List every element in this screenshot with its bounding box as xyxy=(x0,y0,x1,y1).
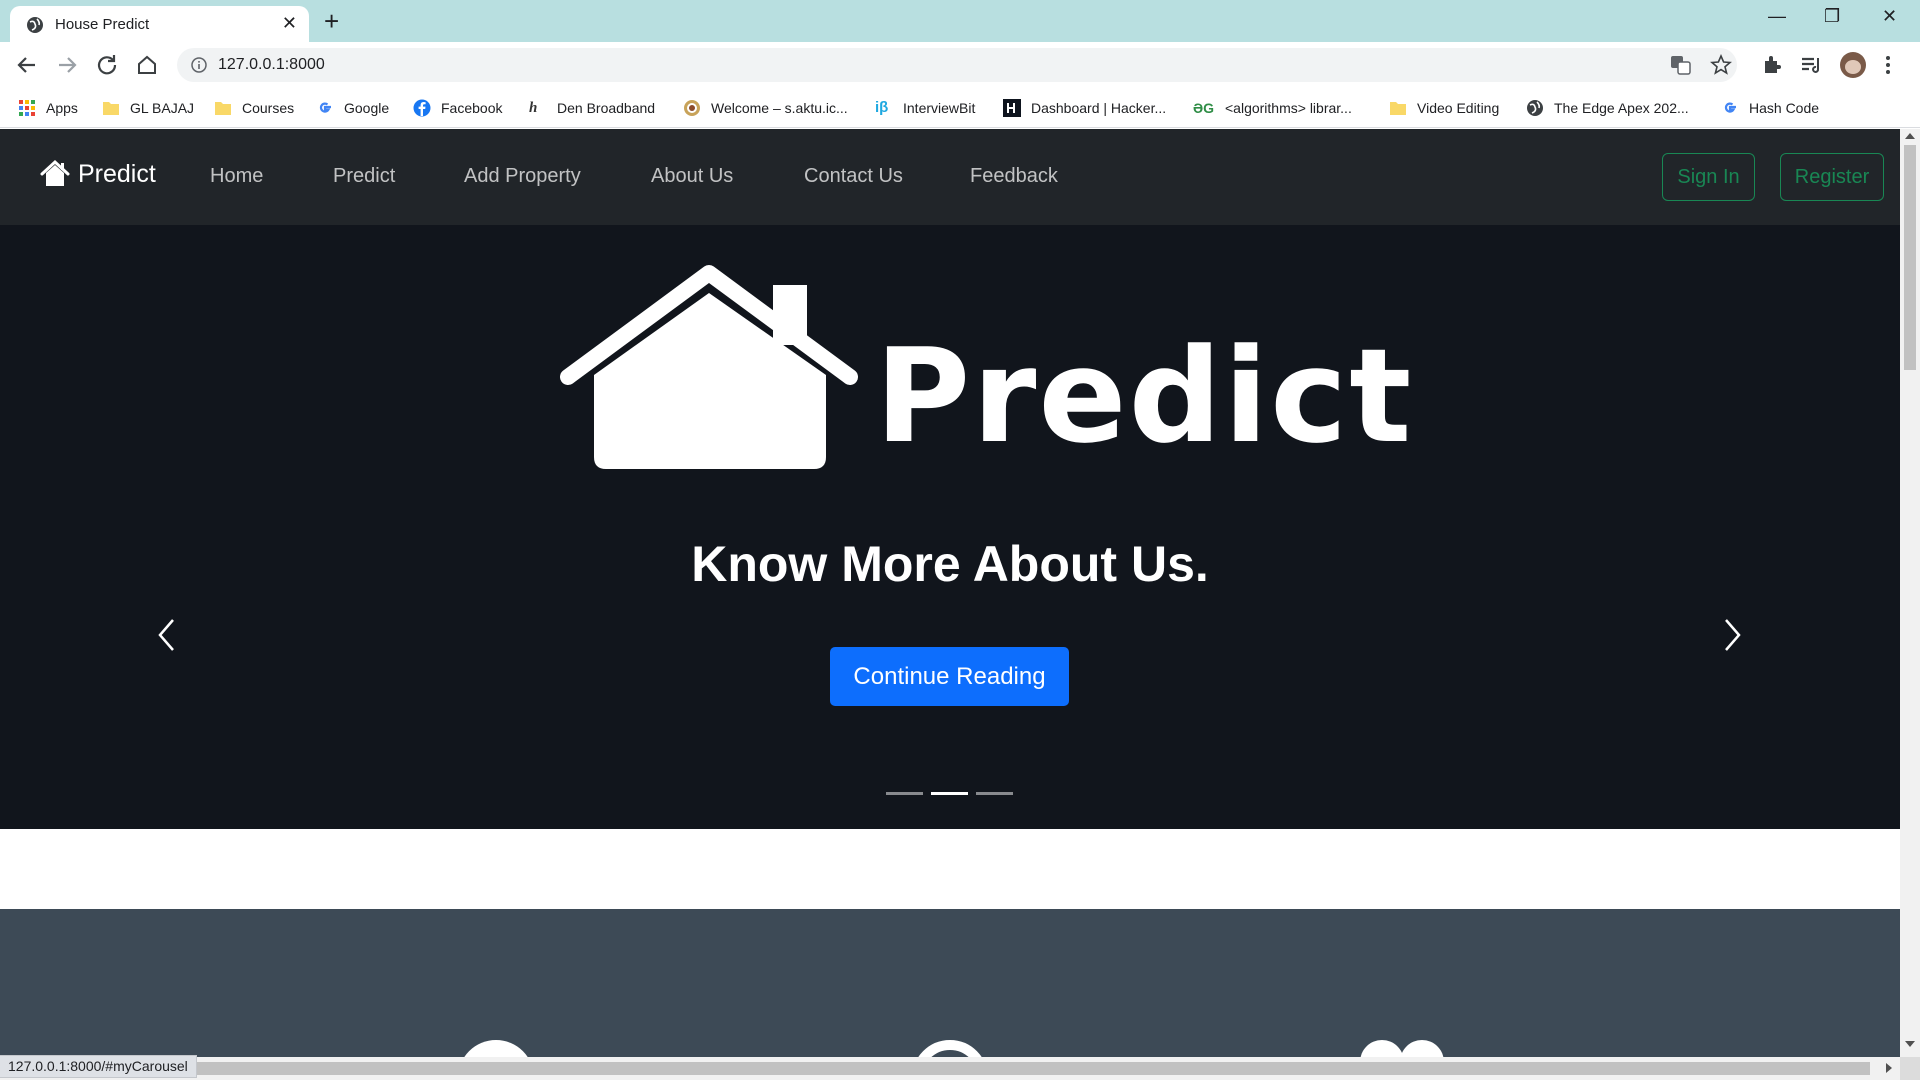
bookmarks-bar: Apps GL BAJAJ Courses Google Facebook h … xyxy=(0,88,1920,128)
house-logo-icon xyxy=(560,265,858,469)
profile-avatar[interactable] xyxy=(1840,52,1866,78)
bookmark-label: Google xyxy=(344,100,390,116)
bookmark-label: <algorithms> librar... xyxy=(1225,100,1352,116)
features-section xyxy=(0,909,1900,1066)
bookmark-label: Facebook xyxy=(441,100,503,116)
bookmark-star-icon[interactable] xyxy=(1710,54,1732,76)
bookmark-label: Video Editing xyxy=(1417,100,1500,116)
google-icon xyxy=(319,102,331,113)
bookmark-interviewbit[interactable]: iβ InterviewBit xyxy=(875,98,975,118)
web-page: Predict Home Predict Add Property About … xyxy=(0,129,1900,1066)
bookmark-aktu[interactable]: Welcome – s.aktu.ic... xyxy=(683,98,848,118)
minimize-icon[interactable]: — xyxy=(1768,6,1786,27)
translate-icon[interactable] xyxy=(1670,55,1692,75)
bookmark-gfg[interactable]: ƏG <algorithms> librar... xyxy=(1193,98,1352,118)
bookmark-facebook[interactable]: Facebook xyxy=(413,98,502,118)
brand-name: Predict xyxy=(78,159,156,188)
horizontal-scrollbar[interactable] xyxy=(0,1057,1900,1080)
vertical-scroll-thumb[interactable] xyxy=(1904,145,1916,370)
window-close-icon[interactable]: ✕ xyxy=(1882,6,1897,27)
scrollbar-corner xyxy=(1900,1057,1920,1080)
nav-contact-us[interactable]: Contact Us xyxy=(804,165,903,188)
folder-icon xyxy=(103,102,119,115)
gfg-icon: ƏG xyxy=(1193,100,1215,116)
bookmark-label: InterviewBit xyxy=(903,100,976,116)
brand-link[interactable]: Predict xyxy=(40,159,156,189)
bookmark-apps[interactable]: Apps xyxy=(18,98,78,118)
status-bar-url: 127.0.0.1:8000/#myCarousel xyxy=(0,1055,197,1078)
nav-add-property[interactable]: Add Property xyxy=(464,165,581,188)
reload-icon[interactable] xyxy=(94,52,120,78)
reading-list-icon[interactable] xyxy=(1798,52,1824,78)
browser-toolbar: 127.0.0.1:8000 xyxy=(0,42,1920,88)
den-icon: h xyxy=(529,100,538,116)
browser-tabstrip: House Predict ✕ + — ❐ ✕ xyxy=(0,0,1920,42)
continue-reading-button[interactable]: Continue Reading xyxy=(830,647,1069,706)
site-navbar: Predict Home Predict Add Property About … xyxy=(0,129,1900,225)
globe-icon xyxy=(1527,100,1543,116)
nav-home[interactable]: Home xyxy=(210,165,263,188)
nav-feedback[interactable]: Feedback xyxy=(970,165,1058,188)
bookmark-hash-code[interactable]: Hash Code xyxy=(1721,98,1819,118)
carousel-next-icon[interactable] xyxy=(1720,617,1744,653)
tab-title: House Predict xyxy=(55,16,150,33)
carousel-indicator-1[interactable] xyxy=(886,792,923,795)
horizontal-scroll-thumb[interactable] xyxy=(0,1062,1870,1075)
globe-icon xyxy=(27,17,43,33)
bookmark-label: Hash Code xyxy=(1749,100,1820,116)
bookmark-label: Dashboard | Hacker... xyxy=(1031,100,1167,116)
aktu-icon xyxy=(684,100,700,116)
hero-carousel: Predict Know More About Us. Continue Rea… xyxy=(0,225,1900,829)
bookmark-gl-bajaj[interactable]: GL BAJAJ xyxy=(102,98,194,118)
home-icon[interactable] xyxy=(134,52,160,78)
carousel-indicator-2[interactable] xyxy=(931,792,968,795)
bookmark-label: The Edge Apex 202... xyxy=(1554,100,1689,116)
bookmark-den-broadband[interactable]: h Den Broadband xyxy=(529,98,655,118)
bookmark-label: Courses xyxy=(242,100,295,116)
bookmark-google[interactable]: Google xyxy=(316,98,389,118)
bookmark-courses[interactable]: Courses xyxy=(214,98,294,118)
scroll-down-icon[interactable] xyxy=(1905,1041,1915,1047)
bookmark-edge-apex[interactable]: The Edge Apex 202... xyxy=(1526,98,1689,118)
site-info-icon[interactable] xyxy=(191,57,207,73)
facebook-icon xyxy=(413,99,431,117)
nav-about-us[interactable]: About Us xyxy=(651,165,733,188)
hero-heading: Know More About Us. xyxy=(691,536,1209,592)
bookmark-hackerrank[interactable]: Dashboard | Hacker... xyxy=(1003,98,1166,118)
tab-close-icon[interactable]: ✕ xyxy=(282,13,297,33)
bookmark-label: GL BAJAJ xyxy=(130,100,195,116)
bookmark-label: Apps xyxy=(46,100,78,116)
forward-icon[interactable] xyxy=(54,52,80,78)
section-spacer xyxy=(0,829,1900,909)
bookmark-label: Den Broadband xyxy=(557,100,656,116)
new-tab-button[interactable]: + xyxy=(324,6,339,36)
extensions-icon[interactable] xyxy=(1759,52,1785,78)
register-button[interactable]: Register xyxy=(1780,153,1884,201)
menu-kebab-icon[interactable] xyxy=(1882,52,1894,78)
bookmark-video-editing[interactable]: Video Editing xyxy=(1389,98,1499,118)
folder-icon xyxy=(1390,102,1406,115)
address-bar[interactable]: 127.0.0.1:8000 xyxy=(177,48,1737,82)
browser-tab[interactable]: House Predict ✕ xyxy=(10,6,309,42)
scroll-right-icon[interactable] xyxy=(1886,1063,1892,1073)
nav-predict[interactable]: Predict xyxy=(333,165,395,188)
carousel-prev-icon[interactable] xyxy=(155,617,179,653)
url-text: 127.0.0.1:8000 xyxy=(218,56,325,73)
hackerrank-icon xyxy=(1003,99,1021,117)
folder-icon xyxy=(215,102,231,115)
bookmark-label: Welcome – s.aktu.ic... xyxy=(711,100,848,116)
interviewbit-icon: iβ xyxy=(875,99,889,116)
scroll-up-icon[interactable] xyxy=(1905,133,1915,139)
google-icon xyxy=(1724,102,1736,113)
maximize-icon[interactable]: ❐ xyxy=(1824,6,1840,27)
logo-wordmark: Predict xyxy=(875,320,1414,472)
carousel-indicator-3[interactable] xyxy=(976,792,1013,795)
back-icon[interactable] xyxy=(14,52,40,78)
vertical-scrollbar[interactable] xyxy=(1900,129,1920,1066)
sign-in-button[interactable]: Sign In xyxy=(1662,153,1755,201)
house-icon xyxy=(40,159,70,186)
apps-grid-icon xyxy=(19,100,35,116)
